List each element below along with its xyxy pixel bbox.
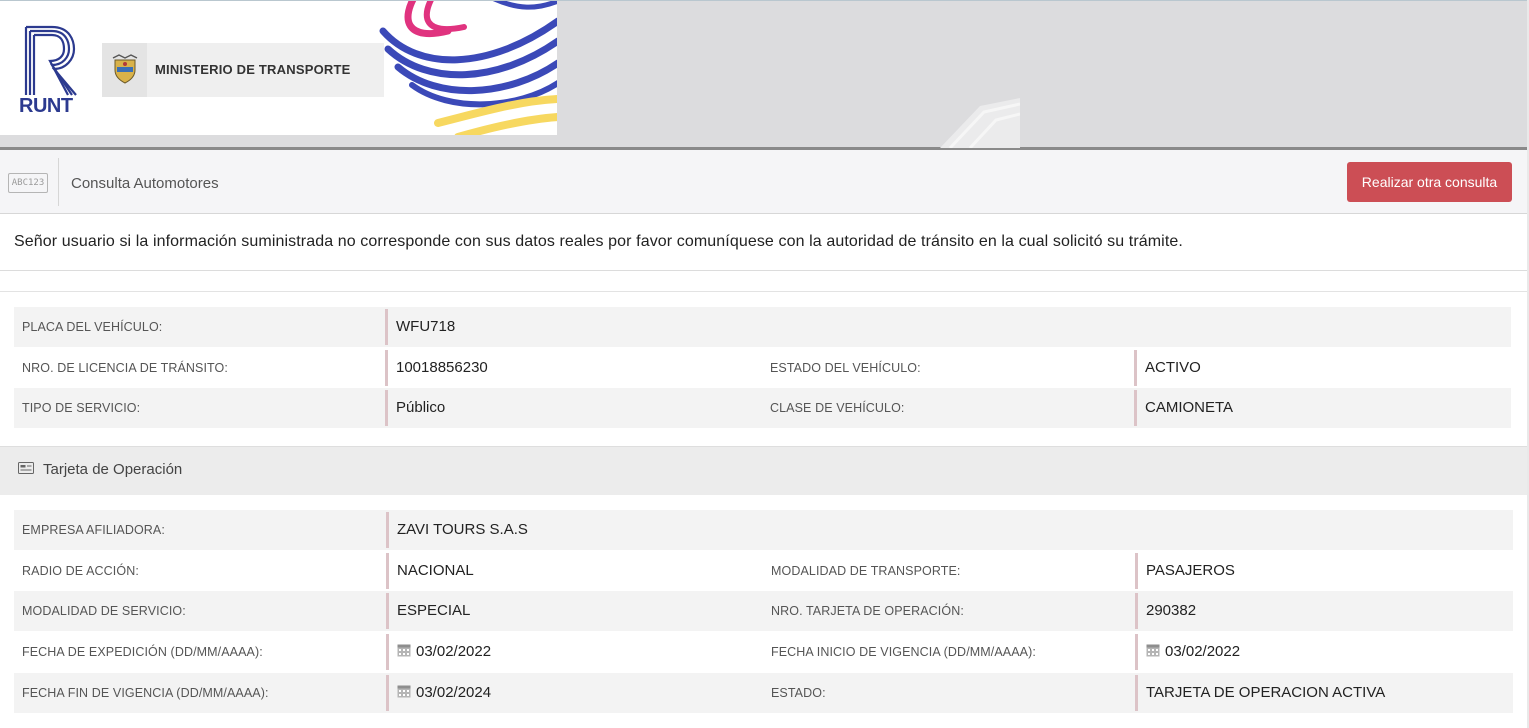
runt-logo-text: RUNT [19,95,73,117]
estado-vehiculo-value: ACTIVO [1145,359,1201,376]
value-divider [385,390,388,426]
info-row-modalidad-servicio: MODALIDAD DE SERVICIO: ESPECIAL NRO. TAR… [14,591,1513,631]
calendar-icon [397,644,411,657]
modalidad-transporte-value: PASAJEROS [1146,562,1235,579]
info-row-vigencia: FECHA FIN DE VIGENCIA (DD/MM/AAAA): 03/0… [14,673,1513,713]
new-query-button[interactable]: Realizar otra consulta [1347,162,1512,202]
radio-accion-value: NACIONAL [397,562,474,579]
info-row-empresa: EMPRESA AFILIADORA: ZAVI TOURS S.A.S [14,510,1513,550]
value-divider [386,675,389,711]
placa-value: WFU718 [396,318,456,335]
calendar-icon [397,685,411,698]
empresa-label: EMPRESA AFILIADORA: [22,523,165,537]
plate-icon: ABC123 [8,173,48,193]
empresa-value: ZAVI TOURS S.A.S [397,521,528,538]
value-divider [1134,390,1137,426]
value-divider [386,553,389,589]
fecha-inicio-label: FECHA INICIO DE VIGENCIA (DD/MM/AAAA): [771,645,1036,659]
decorative-ribbons [379,1,557,135]
value-divider [1134,350,1137,386]
info-row-radio: RADIO DE ACCIÓN: NACIONAL MODALIDAD DE T… [14,551,1513,591]
fecha-inicio-value: 03/02/2022 [1165,643,1241,660]
value-divider [386,593,389,629]
crest-box [102,43,147,97]
value-divider [385,350,388,386]
nro-tarjeta-label: NRO. TARJETA DE OPERACIÓN: [771,604,964,618]
licencia-value: 10018856230 [396,359,488,376]
estado-vehiculo-label: ESTADO DEL VEHÍCULO: [770,361,921,375]
fecha-fin-label: FECHA FIN DE VIGENCIA (DD/MM/AAAA): [22,686,269,700]
info-row-fechas: FECHA DE EXPEDICIÓN (DD/MM/AAAA): 03/02/… [14,632,1513,672]
notice-text: Señor usuario si la información suminist… [14,233,1183,250]
info-row-placa: PLACA DEL VEHÍCULO: WFU718 [14,307,1511,347]
tipo-servicio-label: TIPO DE SERVICIO: [22,401,141,415]
modalidad-transporte-label: MODALIDAD DE TRANSPORTE: [771,564,961,578]
toolbar-divider [58,158,59,206]
clase-vehiculo-value: CAMIONETA [1145,399,1234,416]
fecha-expedicion-label: FECHA DE EXPEDICIÓN (DD/MM/AAAA): [22,645,263,659]
page-title: Consulta Automotores [71,175,219,192]
tipo-servicio-value: Público [396,399,446,416]
clase-vehiculo-label: CLASE DE VEHÍCULO: [770,401,905,415]
licencia-label: NRO. DE LICENCIA DE TRÁNSITO: [22,361,228,375]
calendar-icon [1146,644,1160,657]
modalidad-servicio-value: ESPECIAL [397,602,471,619]
info-row-licencia: NRO. DE LICENCIA DE TRÁNSITO: 1001885623… [14,348,1511,388]
value-divider [386,634,389,670]
nro-tarjeta-value: 290382 [1146,602,1197,619]
fecha-fin-field: 03/02/2024 [397,684,491,701]
section-title-tarjeta[interactable]: Tarjeta de Operación [43,461,182,478]
placa-label: PLACA DEL VEHÍCULO: [22,320,163,334]
ministry-badge: MINISTERIO DE TRANSPORTE [102,43,384,97]
fecha-expedicion-field: 03/02/2022 [397,643,491,660]
value-divider [386,512,389,548]
fecha-expedicion-value: 03/02/2022 [416,643,492,660]
value-divider [1135,675,1138,711]
modalidad-servicio-label: MODALIDAD DE SERVICIO: [22,604,186,618]
value-divider [385,309,388,345]
radio-accion-label: RADIO DE ACCIÓN: [22,564,139,578]
estado-tarjeta-label: ESTADO: [771,686,826,700]
coat-of-arms-icon [112,54,138,84]
value-divider [1135,593,1138,629]
section-header-tarjeta[interactable] [0,446,1529,495]
card-icon [18,462,34,474]
query-toolbar [0,150,1529,214]
section-divider [0,291,1529,292]
fecha-inicio-field: 03/02/2022 [1146,643,1240,660]
decorative-peak [940,98,1020,148]
fecha-fin-value: 03/02/2024 [416,684,492,701]
brand-banner: RUNT MINISTERIO DE TRANSPORTE [0,1,557,135]
estado-tarjeta-value: TARJETA DE OPERACION ACTIVA [1146,684,1386,701]
value-divider [1135,634,1138,670]
info-row-servicio: TIPO DE SERVICIO: Público CLASE DE VEHÍC… [14,388,1511,428]
ministry-label: MINISTERIO DE TRANSPORTE [155,62,351,77]
value-divider [1135,553,1138,589]
